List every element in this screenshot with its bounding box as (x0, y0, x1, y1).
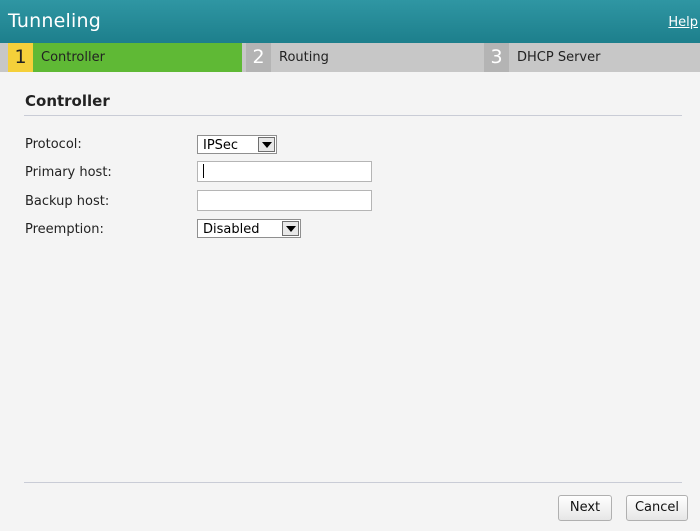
divider (24, 482, 682, 483)
title-bar: Tunneling Help (0, 0, 700, 43)
section-title: Controller (25, 92, 110, 110)
backup-host-label: Backup host: (25, 194, 110, 209)
tab-label: Controller (41, 50, 105, 65)
primary-host-label: Primary host: (25, 165, 112, 180)
chevron-down-icon (282, 221, 299, 236)
primary-host-input[interactable] (197, 161, 372, 182)
protocol-select-value: IPSec (203, 138, 239, 153)
wizard-tabs: 1 Controller 2 Routing 3 DHCP Server (0, 43, 700, 72)
tab-number: 2 (246, 43, 271, 72)
preemption-select-value: Disabled (203, 222, 260, 237)
tab-label: Routing (279, 50, 329, 65)
text-cursor (203, 164, 204, 178)
cancel-button[interactable]: Cancel (626, 495, 688, 521)
preemption-select[interactable]: Disabled (197, 219, 301, 238)
tab-number: 1 (8, 43, 33, 72)
protocol-label: Protocol: (25, 137, 82, 152)
chevron-down-icon (258, 137, 275, 152)
window-title: Tunneling (8, 10, 101, 32)
protocol-select[interactable]: IPSec (197, 135, 277, 154)
tab-dhcp-server[interactable]: 3 DHCP Server (484, 43, 700, 72)
backup-host-input[interactable] (197, 190, 372, 211)
preemption-label: Preemption: (25, 222, 104, 237)
tab-label: DHCP Server (517, 50, 601, 65)
tab-routing[interactable]: 2 Routing (246, 43, 476, 72)
tab-number: 3 (484, 43, 509, 72)
help-link[interactable]: Help (668, 15, 698, 30)
next-button[interactable]: Next (558, 495, 612, 521)
divider (24, 115, 682, 116)
tab-controller[interactable]: 1 Controller (8, 43, 242, 72)
